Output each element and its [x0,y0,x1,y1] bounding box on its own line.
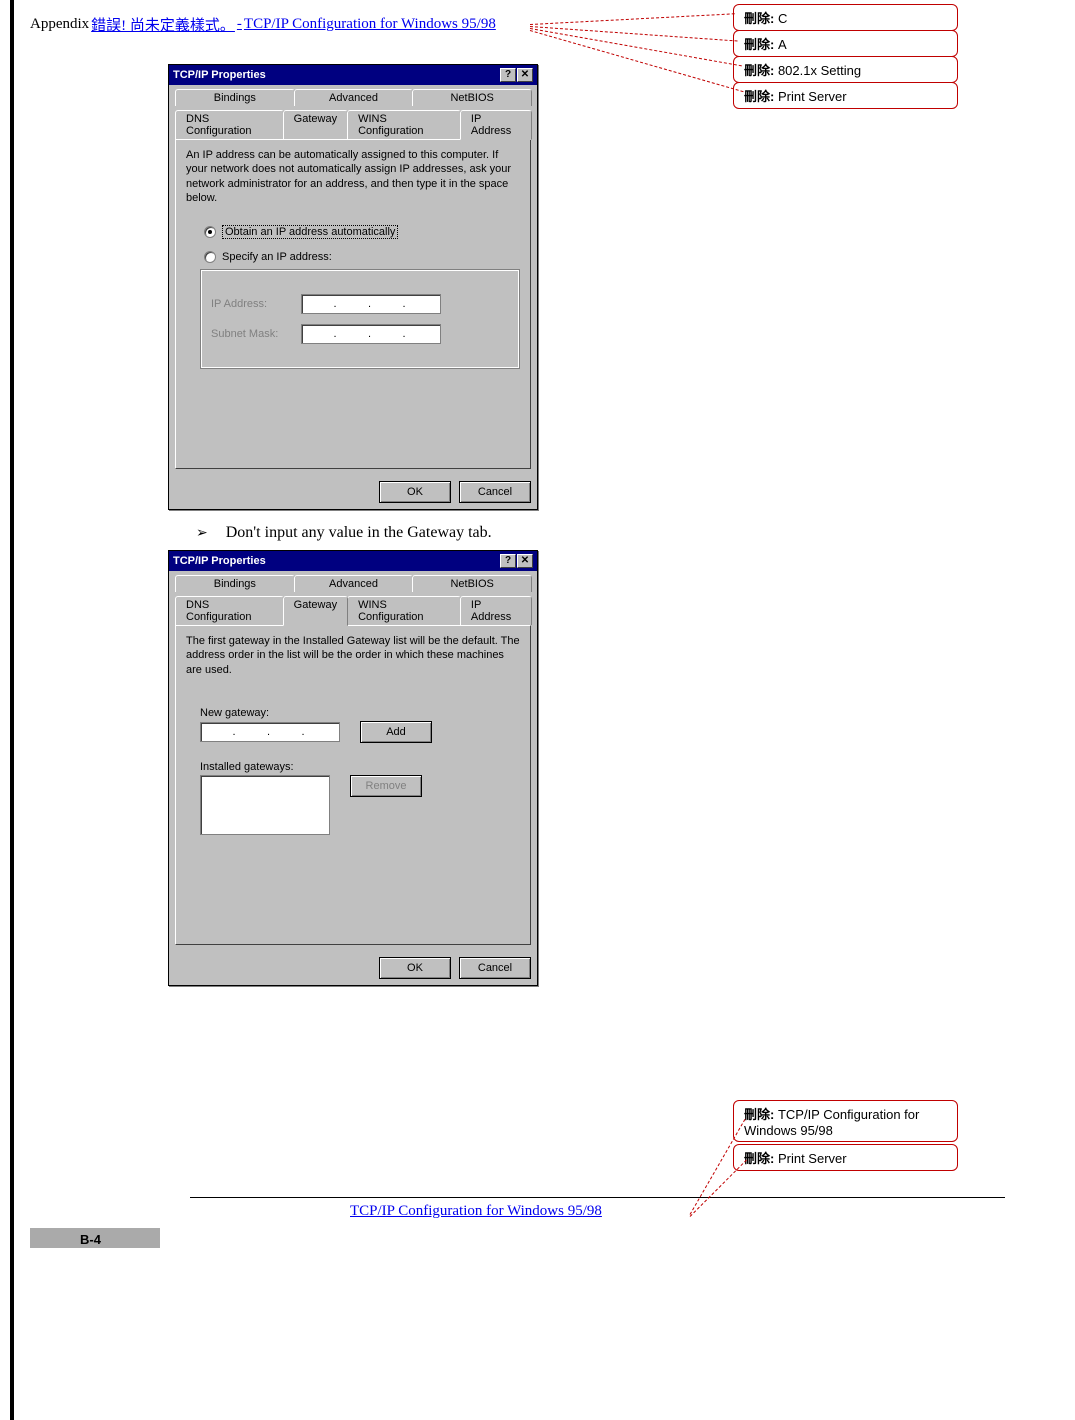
installed-gateways-list[interactable] [200,775,330,835]
balloon-text: Print Server [774,89,846,104]
tab-dns[interactable]: DNS Configuration [175,110,284,139]
bullet-text: Don't input any value in the Gateway tab… [226,524,492,541]
cancel-button[interactable]: Cancel [459,481,531,503]
ip-fieldset: IP Address: Subnet Mask: [200,269,520,369]
tab-gateway[interactable]: Gateway [283,596,348,626]
add-button[interactable]: Add [360,721,432,743]
balloon-label: 刪除: [744,37,774,52]
balloon-label: 刪除: [744,1107,774,1122]
description: An IP address can be automatically assig… [186,148,520,205]
balloon-delete-printserver: 刪除: Print Server [733,82,958,109]
new-gateway-label: New gateway: [200,707,520,719]
balloon-text: C [774,11,787,26]
tcpip-dialog-ipaddress: TCP/IP Properties ? ✕ Bindings Advanced … [168,64,538,510]
cancel-button[interactable]: Cancel [459,957,531,979]
radio-icon [204,226,216,238]
balloon-text: 802.1x Setting [774,63,861,78]
balloon-delete-8021x: 刪除: 802.1x Setting [733,56,958,83]
radio-icon [204,251,216,263]
ip-address-label: IP Address: [211,298,291,310]
balloon-label: 刪除: [744,89,774,104]
ok-button[interactable]: OK [379,481,451,503]
tab-row-1: Bindings Advanced NetBIOS [169,571,537,592]
tab-wins[interactable]: WINS Configuration [347,596,461,625]
help-button[interactable]: ? [500,554,516,568]
appendix-label: Appendix [30,16,89,33]
tab-wins[interactable]: WINS Configuration [347,110,461,139]
header-title: TCP/IP Configuration for Windows 95/98 [244,16,496,33]
ok-button[interactable]: OK [379,957,451,979]
tab-row-2: DNS Configuration Gateway WINS Configura… [169,592,537,625]
balloon-delete-tcpip: 刪除: TCP/IP Configuration for Windows 95/… [733,1100,958,1142]
subnet-mask-label: Subnet Mask: [211,328,291,340]
balloon-text: Print Server [774,1151,846,1166]
tab-gateway[interactable]: Gateway [283,110,348,139]
titlebar: TCP/IP Properties ? ✕ [169,65,537,85]
tab-content: An IP address can be automatically assig… [175,139,531,469]
header-sep: - [237,16,242,33]
tab-ipaddress[interactable]: IP Address [460,596,532,625]
radio-specify[interactable]: Specify an IP address: [204,251,520,263]
balloon-delete-printserver2: 刪除: Print Server [733,1144,958,1171]
bullet-gateway-tip: ➢ Don't input any value in the Gateway t… [196,524,492,542]
radio-label: Obtain an IP address automatically [222,225,398,239]
bullet-icon: ➢ [196,526,208,541]
tab-dns[interactable]: DNS Configuration [175,596,284,625]
subnet-mask-input[interactable] [301,324,441,344]
tab-row-2: DNS Configuration Gateway WINS Configura… [169,106,537,139]
footer-title: TCP/IP Configuration for Windows 95/98 [350,1203,602,1220]
new-gateway-input[interactable] [200,722,340,742]
dialog-title: TCP/IP Properties [173,555,266,567]
page-number: B-4 [80,1232,101,1247]
connector [530,13,735,25]
tab-bindings[interactable]: Bindings [175,575,295,592]
change-bar [10,0,14,1420]
remove-button[interactable]: Remove [350,775,422,797]
tab-advanced[interactable]: Advanced [294,575,414,592]
tab-bindings[interactable]: Bindings [175,89,295,106]
dialog-title: TCP/IP Properties [173,69,266,81]
header-error: 錯誤! 尚未定義樣式。 [91,14,235,35]
tab-advanced[interactable]: Advanced [294,89,414,106]
balloon-delete-a: 刪除: A [733,30,958,57]
balloon-text: A [774,37,786,52]
tcpip-dialog-gateway: TCP/IP Properties ? ✕ Bindings Advanced … [168,550,538,986]
help-button[interactable]: ? [500,68,516,82]
radio-obtain-auto[interactable]: Obtain an IP address automatically [204,225,520,239]
tab-content: The first gateway in the Installed Gatew… [175,625,531,945]
tab-netbios[interactable]: NetBIOS [412,575,532,592]
page-header: Appendix 錯誤! 尚未定義樣式。 - TCP/IP Configurat… [30,14,496,35]
description: The first gateway in the Installed Gatew… [186,634,520,677]
tab-ipaddress[interactable]: IP Address [460,110,532,140]
tab-netbios[interactable]: NetBIOS [412,89,532,106]
balloon-label: 刪除: [744,1151,774,1166]
balloon-label: 刪除: [744,63,774,78]
titlebar: TCP/IP Properties ? ✕ [169,551,537,571]
connector [690,1160,747,1217]
balloon-label: 刪除: [744,11,774,26]
ip-address-input[interactable] [301,294,441,314]
dialog-buttons: OK Cancel [169,475,537,509]
close-button[interactable]: ✕ [517,554,533,568]
tab-row-1: Bindings Advanced NetBIOS [169,85,537,106]
balloon-delete-c: 刪除: C [733,4,958,31]
close-button[interactable]: ✕ [517,68,533,82]
footer-rule [190,1197,1005,1198]
installed-gateways-label: Installed gateways: [200,761,520,773]
radio-label: Specify an IP address: [222,251,332,263]
dialog-buttons: OK Cancel [169,951,537,985]
